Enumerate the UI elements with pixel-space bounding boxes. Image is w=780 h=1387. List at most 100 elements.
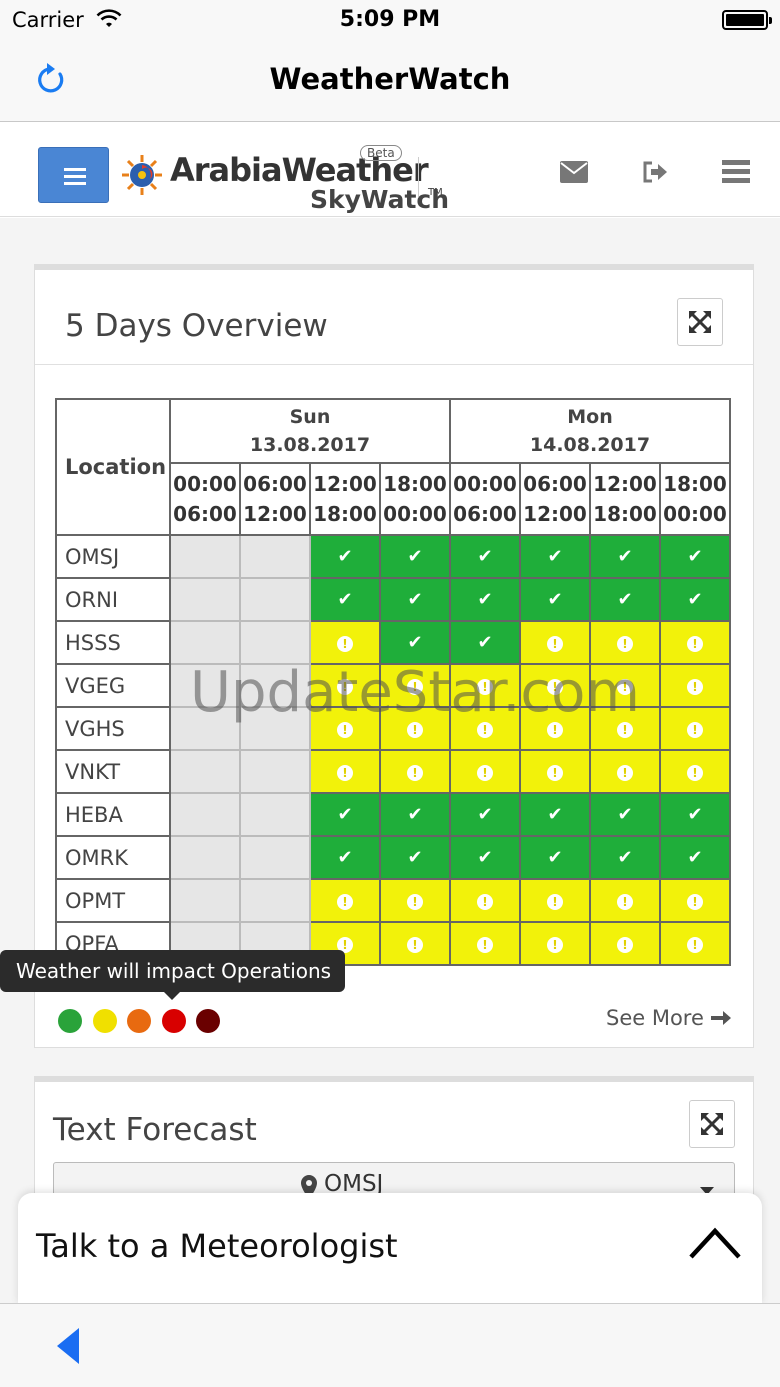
status-warning-cell[interactable]: ! [309, 620, 381, 665]
status-ok-cell[interactable]: ✔ [589, 534, 661, 579]
status-ok-cell[interactable]: ✔ [309, 534, 381, 579]
check-icon: ✔ [337, 546, 353, 567]
status-warning-cell[interactable]: ! [589, 620, 661, 665]
legend-dot[interactable] [161, 1009, 186, 1033]
watermark: UpdateStar.com [190, 660, 640, 725]
status-warning-cell[interactable]: ! [589, 749, 661, 794]
status-warning-cell[interactable]: ! [659, 878, 731, 923]
legend-dot[interactable] [58, 1009, 82, 1033]
status-ok-cell[interactable]: ✔ [379, 577, 451, 622]
legend-dot[interactable] [127, 1009, 151, 1033]
status-warning-cell[interactable]: ! [449, 921, 521, 966]
location-cell[interactable]: ORNI [55, 577, 171, 622]
status-ok-cell[interactable]: ✔ [379, 792, 451, 837]
status-warning-cell[interactable]: ! [519, 620, 591, 665]
status-ok-cell[interactable]: ✔ [659, 534, 731, 579]
status-warning-cell[interactable]: ! [659, 663, 731, 708]
check-icon: ✔ [617, 847, 633, 868]
chevron-up-icon[interactable] [688, 1225, 742, 1261]
status-ok-cell[interactable]: ✔ [589, 792, 661, 837]
warning-icon: ! [477, 894, 493, 910]
status-ok-cell[interactable]: ✔ [589, 835, 661, 880]
check-icon: ✔ [477, 847, 493, 868]
logout-icon[interactable] [642, 160, 668, 184]
hamburger-icon [64, 168, 86, 171]
status-ok-cell[interactable]: ✔ [659, 835, 731, 880]
warning-icon: ! [407, 894, 423, 910]
status-ok-cell[interactable]: ✔ [519, 835, 591, 880]
status-ok-cell[interactable]: ✔ [379, 620, 451, 665]
status-warning-cell[interactable]: ! [379, 749, 451, 794]
status-ok-cell[interactable]: ✔ [519, 577, 591, 622]
menu-button[interactable] [38, 147, 109, 203]
status-ok-cell[interactable]: ✔ [659, 577, 731, 622]
see-more-link[interactable]: See More [606, 1006, 731, 1030]
location-cell[interactable]: HEBA [55, 792, 171, 837]
legend-dot[interactable] [196, 1009, 220, 1033]
status-na-cell [169, 878, 241, 923]
location-cell[interactable]: VGEG [55, 663, 171, 708]
status-ok-cell[interactable]: ✔ [309, 792, 381, 837]
warning-icon: ! [407, 937, 423, 953]
list-menu-icon[interactable] [722, 160, 750, 184]
status-ok-cell[interactable]: ✔ [449, 577, 521, 622]
status-warning-cell[interactable]: ! [519, 921, 591, 966]
check-icon: ✔ [477, 589, 493, 610]
status-warning-cell[interactable]: ! [519, 749, 591, 794]
time-slot-header: 12:00 18:00 [589, 462, 661, 536]
status-ok-cell[interactable]: ✔ [519, 792, 591, 837]
check-icon: ✔ [617, 589, 633, 610]
status-warning-cell[interactable]: ! [379, 878, 451, 923]
content-area: 5 Days Overview Location Sun 13.08.2017 … [0, 218, 780, 1303]
warning-icon: ! [407, 765, 423, 781]
status-ok-cell[interactable]: ✔ [449, 620, 521, 665]
battery-icon [722, 10, 772, 30]
warning-icon: ! [547, 894, 563, 910]
status-ok-cell[interactable]: ✔ [449, 534, 521, 579]
warning-icon: ! [547, 765, 563, 781]
status-warning-cell[interactable]: ! [659, 706, 731, 751]
location-cell[interactable]: HSSS [55, 620, 171, 665]
status-warning-cell[interactable]: ! [519, 878, 591, 923]
expand-forecast-button[interactable] [689, 1100, 735, 1148]
status-warning-cell[interactable]: ! [659, 749, 731, 794]
status-warning-cell[interactable]: ! [379, 921, 451, 966]
status-ok-cell[interactable]: ✔ [379, 835, 451, 880]
app-header: ArabiaWeather Beta SkyWatch TM [0, 123, 780, 217]
status-ok-cell[interactable]: ✔ [449, 792, 521, 837]
location-cell[interactable]: OMRK [55, 835, 171, 880]
status-ok-cell[interactable]: ✔ [309, 835, 381, 880]
status-ok-cell[interactable]: ✔ [519, 534, 591, 579]
table-row: OPMT!!!!!! [55, 878, 731, 923]
status-warning-cell[interactable]: ! [659, 921, 731, 966]
location-cell[interactable]: VGHS [55, 706, 171, 751]
status-ok-cell[interactable]: ✔ [379, 534, 451, 579]
legend-dot[interactable] [92, 1009, 117, 1033]
check-icon: ✔ [547, 804, 563, 825]
status-warning-cell[interactable]: ! [309, 749, 381, 794]
warning-icon: ! [687, 765, 703, 781]
status-ok-cell[interactable]: ✔ [589, 577, 661, 622]
talk-to-meteorologist-bar[interactable]: Talk to a Meteorologist [18, 1193, 762, 1305]
status-warning-cell[interactable]: ! [589, 878, 661, 923]
status-ok-cell[interactable]: ✔ [309, 577, 381, 622]
warning-icon: ! [617, 636, 633, 652]
location-cell[interactable]: OMSJ [55, 534, 171, 579]
status-warning-cell[interactable]: ! [309, 878, 381, 923]
status-warning-cell[interactable]: ! [589, 921, 661, 966]
check-icon: ✔ [617, 546, 633, 567]
expand-overview-button[interactable] [677, 298, 723, 346]
location-cell[interactable]: OPMT [55, 878, 171, 923]
check-icon: ✔ [547, 546, 563, 567]
location-cell[interactable]: VNKT [55, 749, 171, 794]
status-ok-cell[interactable]: ✔ [659, 792, 731, 837]
check-icon: ✔ [407, 847, 423, 868]
status-warning-cell[interactable]: ! [659, 620, 731, 665]
envelope-icon[interactable] [560, 161, 588, 183]
status-ok-cell[interactable]: ✔ [449, 835, 521, 880]
check-icon: ✔ [687, 804, 703, 825]
status-warning-cell[interactable]: ! [449, 749, 521, 794]
status-warning-cell[interactable]: ! [449, 878, 521, 923]
table-row: HEBA ✔ ✔ ✔ ✔ ✔ ✔ [55, 792, 731, 837]
back-arrow-icon[interactable] [55, 1326, 81, 1366]
